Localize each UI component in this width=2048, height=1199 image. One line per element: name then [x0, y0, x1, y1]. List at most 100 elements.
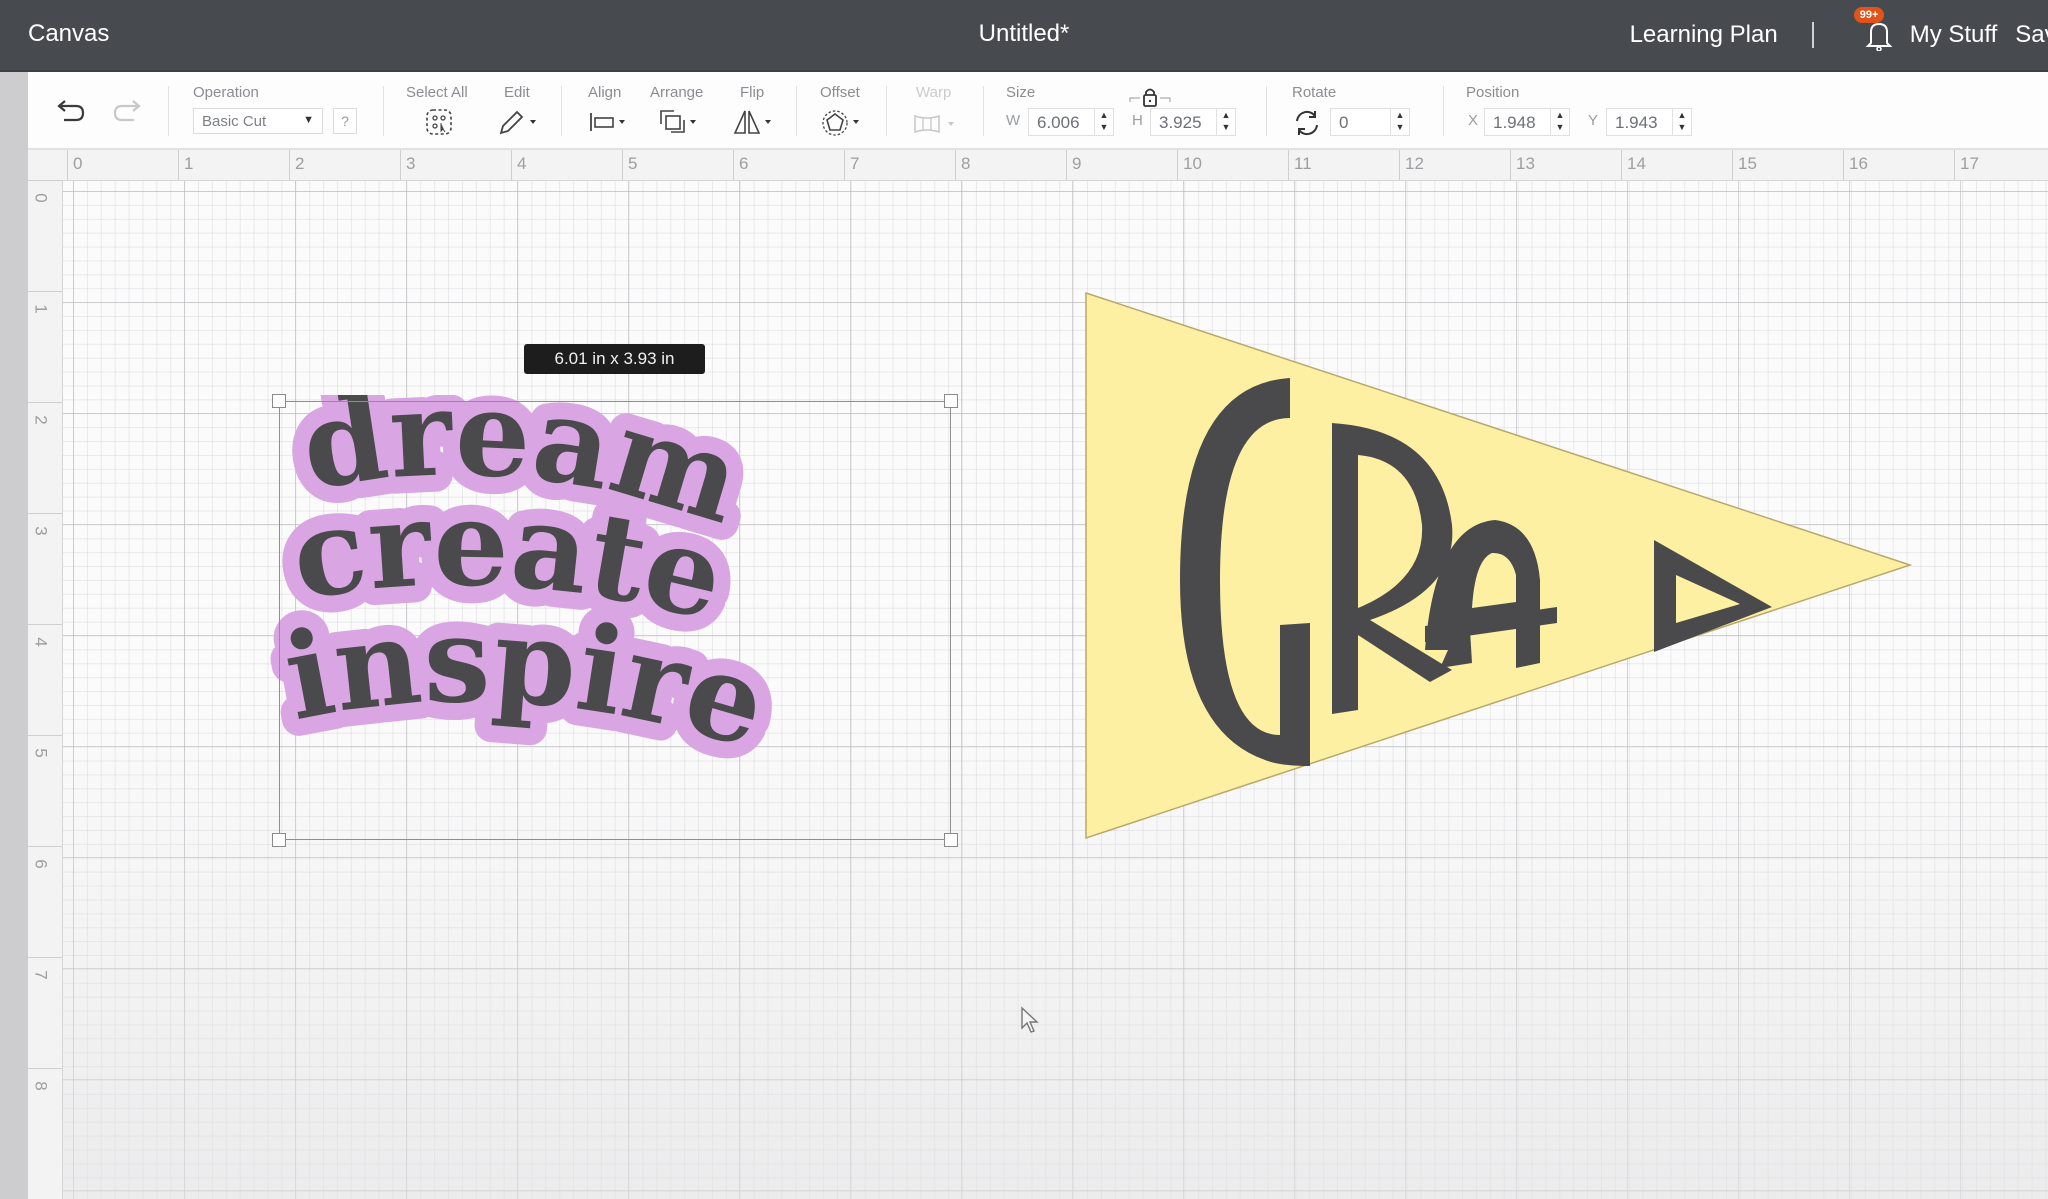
learning-plan-link[interactable]: Learning Plan [1630, 21, 1778, 49]
width-input[interactable]: 6.006 ▲ ▼ [1028, 108, 1114, 136]
divider [796, 86, 797, 136]
horizontal-ruler: 0 1 2 3 4 5 6 7 8 9 10 11 12 13 14 15 16 17 [28, 150, 2048, 181]
ruler-tick [622, 150, 623, 180]
operation-label: Operation [193, 84, 259, 101]
ruler-tick [28, 1068, 62, 1069]
ruler-tick [28, 402, 62, 403]
flip-label: Flip [740, 84, 765, 101]
offset-label: Offset [820, 84, 860, 101]
save-button[interactable]: Save [2015, 21, 2048, 49]
ruler-tick-label: 5 [31, 748, 51, 758]
notification-badge: 99+ [1853, 7, 1885, 23]
grad-pennant-design[interactable] [1080, 290, 1920, 850]
y-label: Y [1588, 112, 1599, 129]
offset-icon [822, 110, 859, 136]
ruler-tick [28, 180, 62, 181]
align-button[interactable] [588, 110, 632, 139]
ruler-tick [733, 150, 734, 180]
ruler-tick-label: 4 [31, 637, 51, 647]
x-position-stepper[interactable]: ▲ ▼ [1550, 109, 1569, 135]
left-panel-edge [0, 72, 28, 1199]
ruler-tick [1399, 150, 1400, 180]
ruler-tick [28, 846, 62, 847]
height-value: 3.925 [1159, 113, 1202, 132]
height-input[interactable]: 3.925 ▲ ▼ [1150, 108, 1236, 136]
y-position-value: 1.943 [1615, 113, 1658, 132]
arrange-icon [660, 110, 696, 133]
ruler-tick-label: 1 [184, 154, 194, 173]
arrange-button[interactable] [658, 108, 702, 141]
warp-label: Warp [916, 84, 952, 101]
vertical-ruler: 0 1 2 3 4 5 6 7 8 [28, 180, 63, 1199]
rotate-value: 0 [1339, 113, 1349, 132]
ruler-tick [28, 291, 62, 292]
ruler-tick [28, 513, 62, 514]
rotate-button[interactable] [1292, 108, 1322, 143]
x-label: X [1468, 112, 1479, 129]
my-stuff-link[interactable]: My Stuff [1910, 21, 1998, 49]
arrange-label: Arrange [650, 84, 704, 101]
edit-toolbar: Operation Basic Cut ▼ ? Select All Edit … [28, 72, 2048, 150]
chevron-down-icon: ▼ [303, 114, 314, 126]
ruler-tick [511, 150, 512, 180]
undo-button[interactable] [54, 98, 86, 129]
redo-button[interactable] [112, 98, 144, 129]
flip-button[interactable] [732, 108, 776, 141]
design-text-layer: dream create inspire [274, 395, 781, 775]
ruler-tick-label: 12 [1405, 154, 1424, 173]
ruler-tick-label: 0 [31, 193, 51, 203]
x-position-input[interactable]: 1.948 ▲ ▼ [1484, 108, 1570, 136]
ruler-tick-label: 11 [1294, 154, 1312, 173]
undo-icon [57, 100, 85, 122]
select-all-button[interactable] [424, 108, 454, 141]
operation-help-button[interactable]: ? [333, 108, 357, 134]
y-position-input[interactable]: 1.943 ▲ ▼ [1606, 108, 1692, 136]
width-value: 6.006 [1037, 113, 1080, 132]
ruler-tick-label: 2 [31, 415, 51, 425]
operation-value: Basic Cut [202, 113, 267, 130]
y-position-stepper[interactable]: ▲ ▼ [1672, 109, 1691, 135]
ruler-tick [28, 957, 62, 958]
edit-label: Edit [504, 84, 530, 101]
ruler-tick-label: 7 [850, 154, 860, 173]
position-label: Position [1466, 84, 1520, 101]
ruler-tick [289, 150, 290, 180]
divider [1266, 86, 1267, 136]
ruler-tick-label: 9 [1072, 154, 1082, 173]
rotate-input[interactable]: 0 ▲ ▼ [1330, 108, 1410, 136]
ruler-tick-label: 7 [31, 970, 51, 980]
flip-icon [733, 110, 771, 134]
rotate-stepper[interactable]: ▲ ▼ [1390, 109, 1409, 135]
ruler-tick [1621, 150, 1622, 180]
divider [168, 86, 169, 136]
rotate-label: Rotate [1292, 84, 1337, 101]
align-label: Align [588, 84, 622, 101]
divider [886, 86, 887, 136]
width-stepper[interactable]: ▲ ▼ [1094, 109, 1113, 135]
select-all-icon [426, 109, 452, 135]
ruler-tick-label: 6 [31, 859, 51, 869]
ruler-tick [1510, 150, 1511, 180]
align-icon [590, 113, 625, 131]
ruler-tick [1732, 150, 1733, 180]
ruler-tick-label: 0 [73, 154, 83, 173]
selection-size-tooltip: 6.01 in x 3.93 in [524, 344, 705, 374]
ruler-tick [955, 150, 956, 180]
ruler-tick-label: 3 [31, 526, 51, 536]
ruler-tick-label: 1 [31, 304, 51, 314]
divider [1811, 22, 1814, 48]
edit-button[interactable] [496, 108, 540, 141]
ruler-tick-label: 10 [1183, 154, 1202, 173]
ruler-tick [67, 150, 68, 180]
notifications-button[interactable]: 99+ [1853, 7, 1894, 52]
offset-button[interactable] [820, 108, 868, 143]
operation-select[interactable]: Basic Cut ▼ [193, 108, 323, 134]
dream-create-inspire-design[interactable]: dream create inspire dream create inspir… [270, 395, 960, 845]
ruler-tick-label: 4 [517, 154, 527, 173]
width-label: W [1006, 112, 1021, 129]
select-all-label: Select All [406, 84, 468, 101]
height-stepper[interactable]: ▲ ▼ [1216, 109, 1235, 135]
warp-button[interactable] [912, 112, 962, 141]
pencil-icon [499, 110, 536, 135]
height-label: H [1132, 112, 1143, 129]
